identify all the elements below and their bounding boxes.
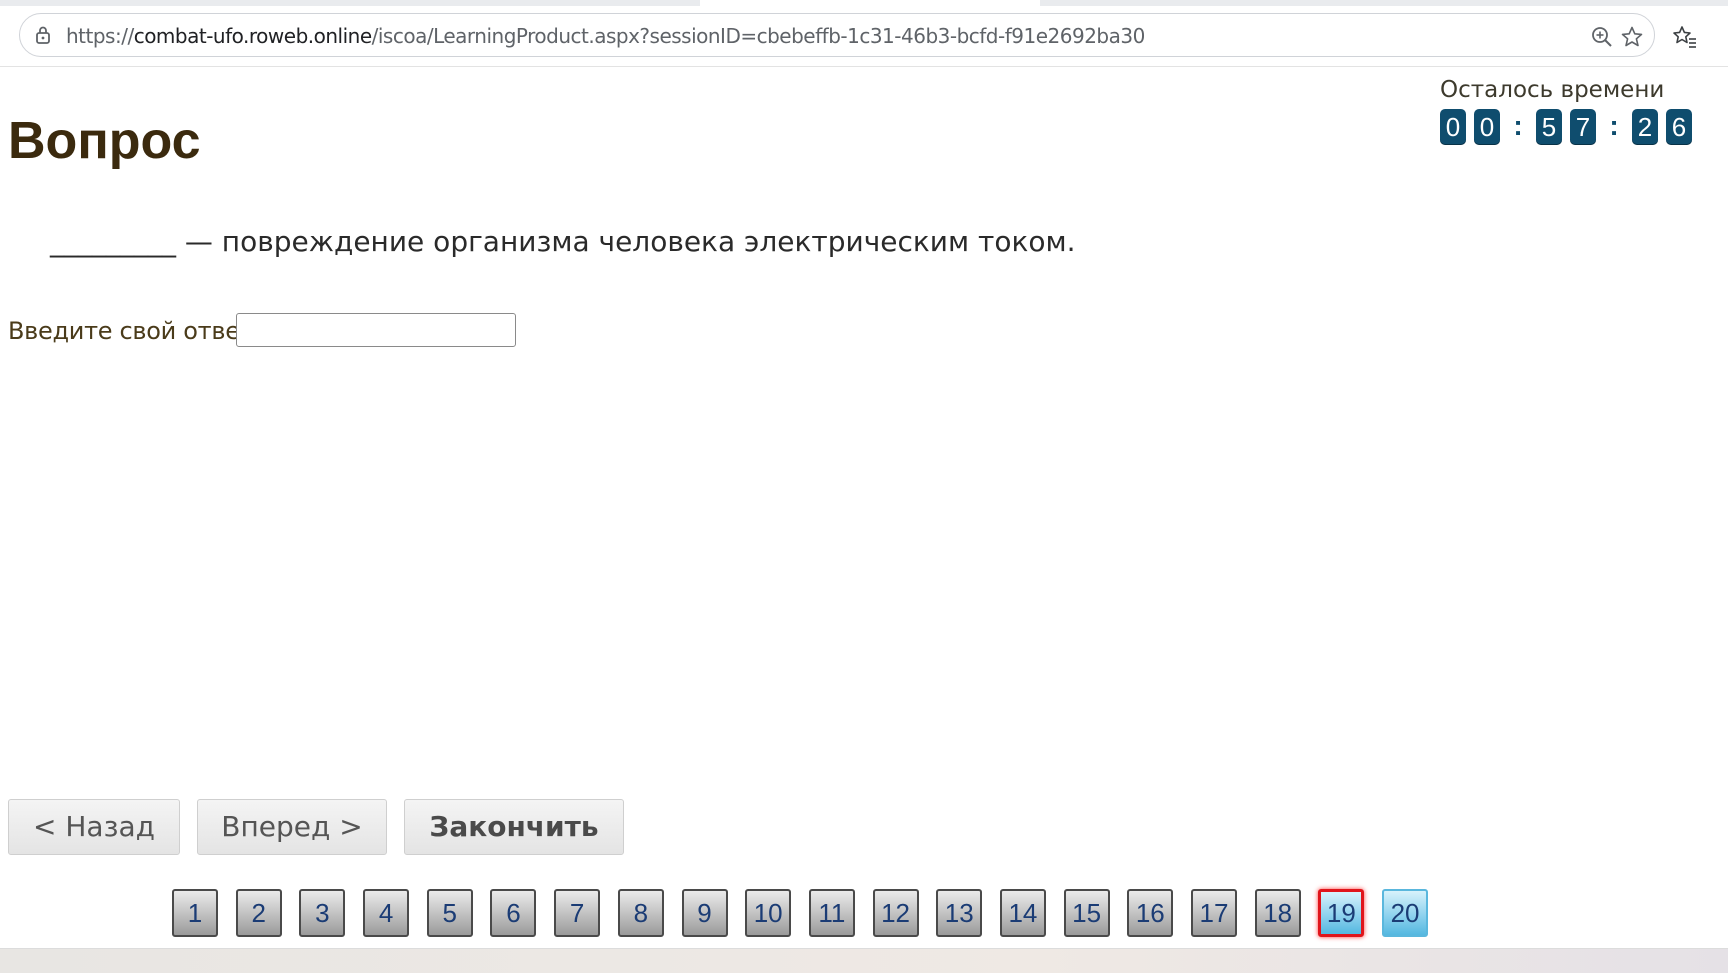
page-button-1[interactable]: 1 [172,889,218,937]
bookmark-star-icon[interactable] [1620,25,1644,49]
timer-label: Осталось времени [1440,77,1665,103]
taskbar [0,948,1728,973]
answer-label: Введите свой ответ [8,317,254,345]
page-button-2[interactable]: 2 [235,889,282,937]
page-title: Вопрос [8,112,201,170]
lock-icon[interactable] [33,25,53,45]
question-text: _________ — повреждение организма челове… [50,225,1076,258]
page-button-16[interactable]: 16 [1127,889,1174,937]
timer-digit-m2: 7 [1570,109,1596,145]
page-button-19[interactable]: 19 [1318,889,1365,937]
page-button-20[interactable]: 20 [1382,889,1429,937]
page-button-17[interactable]: 17 [1191,889,1237,937]
timer-digit-s2: 6 [1666,109,1692,145]
question-pager: 1 2 3 4 5 6 7 8 9 10 11 12 13 14 15 16 17 18 19 20 [172,889,1446,937]
page-button-13[interactable]: 13 [936,889,983,937]
browser-toolbar: https://combat-ufo.roweb.online/iscoa/Le… [0,6,1728,67]
timer-digit-s1: 2 [1632,109,1658,145]
url-host: combat-ufo.roweb.online [133,24,372,48]
page-button-11[interactable]: 11 [808,889,855,937]
answer-input[interactable] [236,313,516,347]
timer-digit-h2: 0 [1474,109,1500,145]
page-button-9[interactable]: 9 [681,889,728,937]
url-path: /iscoa/LearningProduct.aspx?sessionID=cb… [371,24,1146,48]
page-button-15[interactable]: 15 [1063,889,1110,937]
page-button-4[interactable]: 4 [363,889,410,937]
page-button-18[interactable]: 18 [1254,889,1301,937]
timer-separator: : [1609,110,1619,141]
forward-button[interactable]: Вперед > [197,799,387,855]
page-button-6[interactable]: 6 [490,889,537,937]
url-text[interactable]: https://combat-ufo.roweb.online/iscoa/Le… [66,24,1145,48]
timer-separator: : [1513,110,1523,141]
address-bar[interactable]: https://combat-ufo.roweb.online/iscoa/Le… [19,13,1655,57]
page-button-8[interactable]: 8 [617,889,664,937]
countdown-timer: 0 0 : 5 7 : 2 6 [1440,109,1700,145]
zoom-icon[interactable] [1590,25,1614,49]
back-button[interactable]: < Назад [8,799,180,855]
timer-digit-m1: 5 [1536,109,1562,145]
page-button-7[interactable]: 7 [554,889,601,937]
favorites-icon[interactable] [1672,24,1698,50]
finish-button[interactable]: Закончить [404,799,624,855]
page-button-10[interactable]: 10 [745,889,792,937]
page-button-3[interactable]: 3 [299,889,346,937]
page-button-5[interactable]: 5 [426,889,473,937]
page-button-12[interactable]: 12 [872,889,919,937]
timer-digit-h1: 0 [1440,109,1466,145]
page-content: Вопрос Осталось времени 0 0 : 5 7 : 2 6 … [0,67,1728,947]
page-button-14[interactable]: 14 [999,889,1046,937]
url-scheme: https:// [66,24,134,48]
